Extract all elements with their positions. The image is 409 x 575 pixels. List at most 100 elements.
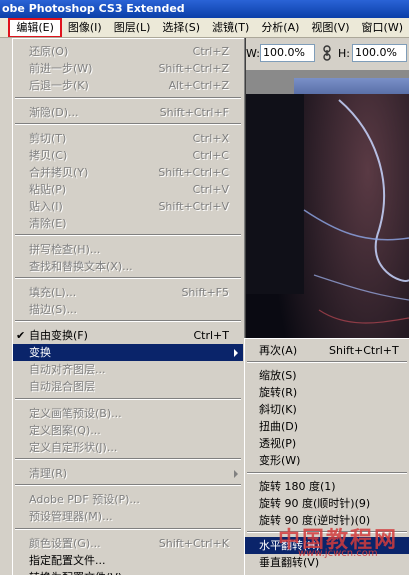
edit-menu-item[interactable]: 还原(O) Ctrl+Z <box>13 43 243 60</box>
transform-submenu-item[interactable]: 扭曲(D) <box>245 418 409 435</box>
menu-separator <box>15 528 241 530</box>
edit-menu-item-label: 自由变换(F) <box>29 329 88 342</box>
edit-menu-item[interactable]: 定义图案(Q)... <box>13 422 243 439</box>
transform-submenu-item-label: 斜切(K) <box>259 403 297 416</box>
transform-submenu-item[interactable]: 斜切(K) <box>245 401 409 418</box>
edit-menu-item[interactable]: 剪切(T) Ctrl+X <box>13 130 243 147</box>
menu-edit[interactable]: 编辑(E) <box>8 18 62 37</box>
edit-menu-item-label: 渐隐(D)... <box>29 106 79 119</box>
edit-menu-item-shortcut: Shift+Ctrl+Z <box>158 62 229 75</box>
edit-menu-item-label: 剪切(T) <box>29 132 67 145</box>
edit-menu-item-label: 拼写检查(H)... <box>29 243 101 256</box>
edit-menu-item[interactable]: 填充(L)... Shift+F5 <box>13 284 243 301</box>
edit-menu-item[interactable]: 贴入(I) Shift+Ctrl+V <box>13 198 243 215</box>
edit-menu-item-label: 粘贴(P) <box>29 183 67 196</box>
watermark-url: www.jcwcn.com <box>298 548 378 559</box>
menu-layer[interactable]: 图层(L) <box>108 18 157 37</box>
edit-menu-item-label: 颜色设置(G)... <box>29 537 101 550</box>
edit-menu-item[interactable]: Adobe PDF 预设(P)... <box>13 491 243 508</box>
edit-menu-item-label: 定义画笔预设(B)... <box>29 407 122 420</box>
menu-window[interactable]: 窗口(W) <box>356 18 409 37</box>
checkmark-icon: ✔ <box>16 329 26 342</box>
edit-menu-item[interactable]: 转换为配置文件(V)... <box>13 569 243 575</box>
edit-menu-item[interactable]: 清理(R) <box>13 465 243 482</box>
menu-select[interactable]: 选择(S) <box>156 18 206 37</box>
edit-menu-item[interactable]: 清除(E) <box>13 215 243 232</box>
transform-submenu-item-label: 旋转(R) <box>259 386 298 399</box>
transform-submenu-item-label: 缩放(S) <box>259 369 297 382</box>
edit-menu-item[interactable]: 渐隐(D)... Shift+Ctrl+F <box>13 104 243 121</box>
edit-menu-item-label: 预设管理器(M)... <box>29 510 113 523</box>
edit-menu-item[interactable]: 指定配置文件... <box>13 552 243 569</box>
height-field[interactable]: 100.0% <box>352 44 407 62</box>
edit-menu-item[interactable]: 定义自定形状(J)... <box>13 439 243 456</box>
menu-separator <box>15 458 241 460</box>
edit-menu-item[interactable]: ✔ 自由变换(F) Ctrl+T <box>13 327 243 344</box>
edit-menu-item-label: 定义自定形状(J)... <box>29 441 118 454</box>
edit-menu: 还原(O) Ctrl+Z 前进一步(W) Shift+Ctrl+Z 后退一步(K) Alt… <box>12 38 244 575</box>
transform-submenu-item[interactable]: 再次(A) Shift+Ctrl+T <box>245 342 409 359</box>
window-title: obe Photoshop CS3 Extended <box>0 0 409 18</box>
edit-menu-item[interactable]: 变换 <box>13 344 243 361</box>
edit-menu-item[interactable]: 拼写检查(H)... <box>13 241 243 258</box>
edit-menu-item-label: 描边(S)... <box>29 303 78 316</box>
edit-menu-item-label: 变换 <box>29 346 51 359</box>
edit-menu-item-label: 定义图案(Q)... <box>29 424 101 437</box>
transform-submenu-item-label: 旋转 90 度(顺时针)(9) <box>259 497 371 510</box>
menu-filter[interactable]: 滤镜(T) <box>206 18 255 37</box>
menu-separator <box>15 320 241 322</box>
edit-menu-item-shortcut: Ctrl+T <box>193 329 229 342</box>
menu-bar: 编辑(E) 图像(I) 图层(L) 选择(S) 滤镜(T) 分析(A) 视图(V… <box>0 18 409 38</box>
menubar-spacer <box>0 18 8 37</box>
edit-menu-item[interactable]: 前进一步(W) Shift+Ctrl+Z <box>13 60 243 77</box>
transform-submenu-item[interactable]: 变形(W) <box>245 452 409 469</box>
edit-menu-item[interactable]: 颜色设置(G)... Shift+Ctrl+K <box>13 535 243 552</box>
width-label: W: <box>246 47 260 60</box>
document-tab[interactable] <box>294 78 409 94</box>
edit-menu-item[interactable]: 合并拷贝(Y) Shift+Ctrl+C <box>13 164 243 181</box>
edit-menu-item-shortcut: Ctrl+V <box>192 183 229 196</box>
transform-submenu-item[interactable]: 透视(P) <box>245 435 409 452</box>
menu-separator <box>15 398 241 400</box>
menu-view[interactable]: 视图(V) <box>305 18 355 37</box>
edit-menu-item-shortcut: Shift+Ctrl+F <box>159 106 229 119</box>
edit-menu-item[interactable]: 预设管理器(M)... <box>13 508 243 525</box>
edit-menu-item[interactable]: 拷贝(C) Ctrl+C <box>13 147 243 164</box>
transform-submenu-item-shortcut: Shift+Ctrl+T <box>329 344 399 357</box>
menu-separator <box>15 123 241 125</box>
edit-menu-item-shortcut: Shift+Ctrl+C <box>158 166 229 179</box>
edit-menu-item[interactable]: 自动对齐图层... <box>13 361 243 378</box>
edit-menu-item[interactable]: 查找和替换文本(X)... <box>13 258 243 275</box>
menu-analysis[interactable]: 分析(A) <box>255 18 305 37</box>
transform-submenu-item[interactable]: 旋转 180 度(1) <box>245 478 409 495</box>
edit-menu-item[interactable]: 自动混合图层 <box>13 378 243 395</box>
edit-menu-item[interactable]: 描边(S)... <box>13 301 243 318</box>
edit-menu-item-label: 清除(E) <box>29 217 67 230</box>
width-field[interactable]: 100.0% <box>260 44 315 62</box>
edit-menu-item-shortcut: Ctrl+Z <box>192 45 229 58</box>
document-tab-bar <box>244 70 409 94</box>
edit-menu-item[interactable]: 后退一步(K) Alt+Ctrl+Z <box>13 77 243 94</box>
menu-separator <box>15 234 241 236</box>
edit-menu-item[interactable]: 粘贴(P) Ctrl+V <box>13 181 243 198</box>
edit-menu-item-label: 前进一步(W) <box>29 62 93 75</box>
edit-menu-item-label: 后退一步(K) <box>29 79 89 92</box>
transform-submenu-item-label: 旋转 180 度(1) <box>259 480 336 493</box>
edit-menu-item-label: 自动混合图层 <box>29 380 95 393</box>
edit-menu-item-shortcut: Ctrl+X <box>192 132 229 145</box>
edit-menu-item-shortcut: Alt+Ctrl+Z <box>168 79 229 92</box>
transform-submenu-item[interactable]: 缩放(S) <box>245 367 409 384</box>
edit-menu-item-label: 拷贝(C) <box>29 149 68 162</box>
menu-separator <box>15 484 241 486</box>
edit-menu-item[interactable]: 定义画笔预设(B)... <box>13 405 243 422</box>
transform-submenu-item[interactable]: 旋转(R) <box>245 384 409 401</box>
edit-menu-item-label: 还原(O) <box>29 45 69 58</box>
menu-image[interactable]: 图像(I) <box>62 18 108 37</box>
edit-menu-item-label: 查找和替换文本(X)... <box>29 260 133 273</box>
edit-menu-item-shortcut: Ctrl+C <box>192 149 229 162</box>
edit-menu-item-shortcut: Shift+Ctrl+V <box>158 200 229 213</box>
edit-menu-item-shortcut: Shift+F5 <box>181 286 229 299</box>
transform-submenu-item[interactable]: 旋转 90 度(顺时针)(9) <box>245 495 409 512</box>
edit-menu-item-label: 指定配置文件... <box>29 554 106 567</box>
link-icon[interactable] <box>322 45 332 61</box>
